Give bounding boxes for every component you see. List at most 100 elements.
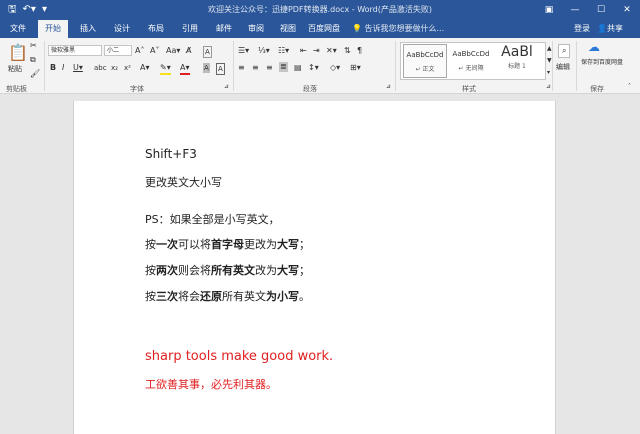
chinese-layout-icon[interactable]: ✕▾: [326, 46, 337, 56]
change-case-icon[interactable]: Aa▾: [166, 46, 180, 56]
superscript-icon[interactable]: x²: [124, 63, 131, 73]
close-icon[interactable]: ✕: [614, 0, 640, 20]
dialog-launcher-icon[interactable]: ⊿: [546, 82, 551, 92]
doc-line-english-proverb: sharp tools make good work.: [145, 349, 334, 364]
sort-icon[interactable]: ⇅: [344, 46, 351, 56]
doc-line-caption: 更改英文大小写: [145, 176, 222, 189]
grow-font-icon[interactable]: A˄: [135, 46, 144, 56]
separator: [576, 41, 577, 91]
highlight-icon[interactable]: ✎▾: [160, 63, 171, 75]
styles-gallery: AaBbCcDd ↵ 正文 AaBbCcDd ↵ 无间隔 AaBl 标题 1: [400, 42, 546, 80]
doc-line-twice: 按两次则会将所有英文改为大写；: [145, 264, 310, 277]
tab-layout[interactable]: 布局: [142, 20, 170, 38]
cut-icon[interactable]: ✂: [30, 41, 37, 51]
clear-formatting-icon[interactable]: A̸: [186, 46, 191, 56]
multilevel-list-icon[interactable]: ☷▾: [278, 46, 289, 56]
tab-file[interactable]: 文件: [4, 20, 32, 38]
bold-icon[interactable]: B: [50, 63, 56, 73]
separator: [233, 41, 234, 91]
share-label: 共享: [606, 24, 623, 33]
tell-me-box[interactable]: 💡 告诉我您想要做什么...: [352, 20, 444, 38]
style-sample: AaBbCcDd: [406, 51, 444, 59]
minimize-icon[interactable]: —: [562, 0, 588, 20]
ribbon-tabs: 文件 开始 插入 设计 布局 引用 邮件 审阅 视图 百度网盘 💡 告诉我您想要…: [0, 20, 640, 38]
font-group-label: 字体: [130, 85, 144, 93]
tab-references[interactable]: 引用: [176, 20, 204, 38]
copy-icon[interactable]: ⧉: [30, 55, 36, 65]
doc-line-ps: PS：如果全部是小写英文，: [145, 213, 280, 226]
style-normal[interactable]: AaBbCcDd ↵ 正文: [403, 44, 447, 78]
phonetic-guide-icon[interactable]: A: [203, 46, 212, 58]
person-icon: 👤: [597, 24, 607, 33]
save-to-netdisk-button[interactable]: 保存到百度网盘: [580, 58, 624, 67]
gallery-up-icon[interactable]: ▲: [547, 44, 552, 54]
style-sample: AaBl: [501, 44, 533, 60]
paste-icon[interactable]: 📋: [8, 44, 28, 62]
paragraph-group-label: 段落: [303, 85, 317, 93]
sign-in-link[interactable]: 登录: [574, 20, 590, 38]
style-name: ↵ 正文: [415, 66, 435, 73]
borders-icon[interactable]: ⊞▾: [350, 63, 361, 73]
style-no-spacing[interactable]: AaBbCcDd ↵ 无间隔: [449, 44, 493, 78]
underline-icon[interactable]: U▾: [73, 63, 83, 73]
separator: [44, 41, 45, 91]
numbering-icon[interactable]: ⅓▾: [258, 46, 270, 56]
collapse-ribbon-icon[interactable]: ˄: [628, 82, 631, 92]
tab-home[interactable]: 开始: [38, 20, 68, 38]
ribbon: 📋 粘贴 ✂ ⧉ 🖌 剪贴板 微软雅黑 小二 A˄ A˅ Aa▾ A̸ A B …: [0, 38, 640, 94]
shrink-font-icon[interactable]: A˅: [150, 46, 159, 56]
dialog-launcher-icon[interactable]: ⊿: [386, 82, 391, 92]
font-size-combo[interactable]: 小二: [104, 45, 132, 56]
tab-mailings[interactable]: 邮件: [210, 20, 238, 38]
style-heading-1[interactable]: AaBl 标题 1: [495, 44, 539, 78]
tell-me-text: 告诉我您想要做什么...: [364, 24, 445, 33]
doc-line-once: 按一次可以将首字母更改为大写；: [145, 238, 310, 251]
save-group-label: 保存: [590, 85, 604, 93]
tab-review[interactable]: 审阅: [242, 20, 270, 38]
line-spacing-icon[interactable]: ↕▾: [308, 63, 319, 73]
format-painter-icon[interactable]: 🖌: [30, 69, 40, 79]
title-bar: 🖫 ↶▾ ▾ 欢迎关注公众号：迅捷PDF转换器.docx - Word(产品激活…: [0, 0, 640, 20]
gallery-down-icon[interactable]: ▼: [547, 56, 552, 66]
separator: [395, 41, 396, 91]
baidu-netdisk-icon[interactable]: ☁: [588, 41, 600, 53]
tab-view[interactable]: 视图: [274, 20, 302, 38]
gallery-more-icon[interactable]: ▾: [547, 68, 550, 78]
tab-insert[interactable]: 插入: [74, 20, 102, 38]
shading-icon[interactable]: ◇▾: [330, 63, 340, 73]
font-name-combo[interactable]: 微软雅黑: [48, 45, 102, 56]
window-controls: ▣ — ☐ ✕: [536, 0, 640, 20]
align-left-icon[interactable]: ≡: [238, 63, 245, 73]
search-icon[interactable]: ⌕: [558, 44, 571, 58]
character-shading-icon[interactable]: A: [203, 63, 210, 73]
tab-baidu-netdisk[interactable]: 百度网盘: [304, 20, 344, 38]
distributed-icon[interactable]: ▤: [294, 63, 302, 73]
tab-design[interactable]: 设计: [108, 20, 136, 38]
style-sample: AaBbCcDd: [452, 50, 490, 58]
subscript-icon[interactable]: x₂: [111, 63, 118, 73]
strikethrough-icon[interactable]: abc: [94, 63, 107, 73]
separator: [552, 41, 553, 91]
increase-indent-icon[interactable]: ⇥: [313, 46, 320, 56]
decrease-indent-icon[interactable]: ⇤: [300, 46, 307, 56]
character-border-icon[interactable]: A: [216, 63, 225, 75]
style-name: ↵ 无间隔: [458, 65, 484, 72]
font-color-icon[interactable]: A▾: [180, 63, 190, 75]
style-name: 标题 1: [508, 63, 526, 70]
align-right-icon[interactable]: ≡: [266, 63, 273, 73]
editing-label[interactable]: 编辑: [556, 62, 570, 72]
styles-group-label: 样式: [462, 85, 476, 93]
show-marks-icon[interactable]: ¶: [357, 46, 362, 56]
clipboard-group-label: 剪贴板: [6, 85, 27, 93]
dialog-launcher-icon[interactable]: ⊿: [224, 82, 229, 92]
ribbon-display-icon[interactable]: ▣: [536, 0, 562, 20]
align-center-icon[interactable]: ≡: [252, 63, 259, 73]
doc-line-shortcut: Shift+F3: [145, 147, 197, 161]
text-effects-icon[interactable]: A▾: [140, 63, 150, 73]
bullets-icon[interactable]: ☰▾: [238, 46, 249, 56]
maximize-icon[interactable]: ☐: [588, 0, 614, 20]
justify-icon[interactable]: ≣: [279, 62, 288, 72]
italic-icon[interactable]: I: [62, 63, 64, 73]
share-button[interactable]: 👤共享: [597, 20, 623, 38]
paste-label[interactable]: 粘贴: [8, 64, 22, 74]
